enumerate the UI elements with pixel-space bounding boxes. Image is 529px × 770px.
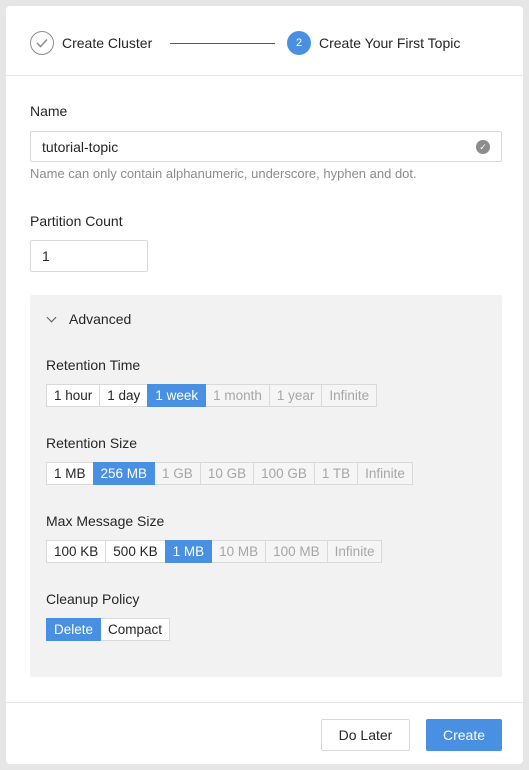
chevron-down-icon (46, 312, 57, 322)
retention-time-option[interactable]: 1 month (205, 384, 270, 407)
max-message-size-option-selected[interactable]: 1 MB (164, 540, 213, 563)
partition-count-value: 1 (42, 248, 50, 264)
max-message-size-option[interactable]: 10 MB (211, 540, 267, 563)
retention-size-option-selected[interactable]: 256 MB (92, 462, 156, 485)
check-icon (30, 31, 54, 55)
retention-time-label: Retention Time (46, 357, 141, 373)
retention-size-option[interactable]: 10 GB (199, 462, 255, 485)
steps-header: Create Cluster 2 Create Your First Topic (6, 6, 523, 76)
partition-count-label: Partition Count (30, 213, 123, 229)
advanced-panel: Advanced Retention Time 1 hour 1 day 1 w… (30, 295, 502, 677)
name-input[interactable]: tutorial-topic ✓ (30, 131, 502, 162)
max-message-size-label: Max Message Size (46, 513, 165, 529)
step-create-topic: 2 Create Your First Topic (287, 31, 460, 55)
step-label: Create Your First Topic (319, 35, 461, 51)
retention-size-option[interactable]: 1 TB (313, 462, 359, 485)
partition-count-input[interactable]: 1 (30, 240, 148, 272)
retention-time-option[interactable]: 1 day (99, 384, 149, 407)
retention-size-label: Retention Size (46, 435, 138, 451)
cleanup-policy-option-selected[interactable]: Delete (46, 618, 102, 641)
max-message-size-option[interactable]: 100 MB (265, 540, 328, 563)
create-button[interactable]: Create (426, 719, 502, 751)
max-message-size-segmented: 100 KB 500 KB 1 MB 10 MB 100 MB Infinite (46, 540, 383, 563)
cleanup-policy-segmented: Delete Compact (46, 618, 171, 641)
max-message-size-option[interactable]: Infinite (326, 540, 383, 563)
retention-size-option[interactable]: 1 MB (46, 462, 94, 485)
do-later-button[interactable]: Do Later (321, 719, 410, 751)
advanced-toggle[interactable]: Advanced (46, 311, 131, 327)
retention-size-option[interactable]: Infinite (357, 462, 413, 485)
advanced-label: Advanced (69, 311, 132, 327)
retention-time-option-selected[interactable]: 1 week (147, 384, 207, 407)
step-create-cluster: Create Cluster (30, 31, 152, 55)
max-message-size-option[interactable]: 100 KB (46, 540, 107, 563)
cleanup-policy-option[interactable]: Compact (100, 618, 171, 641)
retention-size-option[interactable]: 100 GB (253, 462, 315, 485)
retention-time-option[interactable]: 1 hour (46, 384, 101, 407)
retention-size-option[interactable]: 1 GB (154, 462, 201, 485)
name-label: Name (30, 103, 68, 119)
check-circle-icon: ✓ (476, 140, 490, 154)
retention-time-option[interactable]: 1 year (268, 384, 323, 407)
modal-footer: Do Later Create (6, 702, 523, 764)
step-label: Create Cluster (62, 35, 153, 51)
retention-time-segmented: 1 hour 1 day 1 week 1 month 1 year Infin… (46, 384, 378, 407)
name-value: tutorial-topic (42, 138, 119, 155)
step-number-badge: 2 (287, 31, 311, 55)
retention-time-option[interactable]: Infinite (321, 384, 378, 407)
cleanup-policy-label: Cleanup Policy (46, 591, 140, 607)
create-topic-modal: Create Cluster 2 Create Your First Topic… (6, 6, 523, 764)
name-hint: Name can only contain alphanumeric, unde… (30, 166, 417, 181)
step-connector (170, 43, 275, 44)
retention-size-segmented: 1 MB 256 MB 1 GB 10 GB 100 GB 1 TB Infin… (46, 462, 413, 485)
max-message-size-option[interactable]: 500 KB (105, 540, 166, 563)
